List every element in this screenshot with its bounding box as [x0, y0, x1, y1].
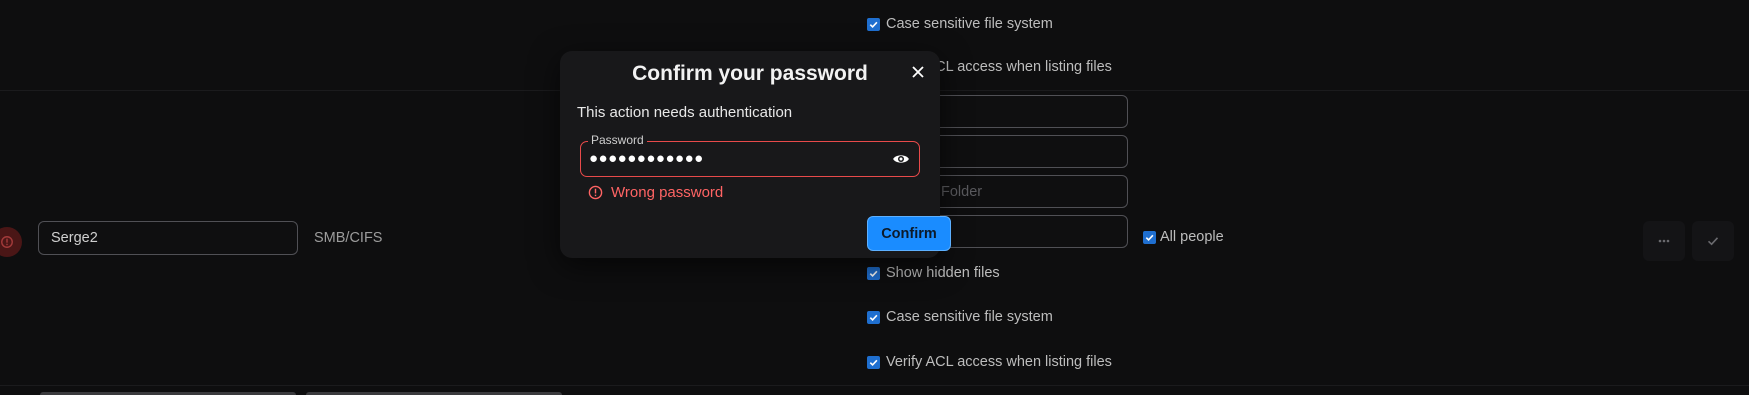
checkbox-label: Case sensitive file system — [886, 16, 1053, 32]
more-options-button[interactable] — [1643, 221, 1685, 261]
checkbox-case-sensitive-top[interactable]: Case sensitive file system — [867, 16, 1053, 32]
checkbox-case-sensitive[interactable]: Case sensitive file system — [867, 309, 1053, 325]
row-divider — [0, 385, 1749, 386]
close-button[interactable] — [906, 60, 930, 84]
protocol-label: SMB/CIFS — [314, 230, 383, 246]
toggle-visibility-button[interactable] — [891, 149, 911, 169]
share-name-input[interactable]: Serge2 — [38, 221, 298, 255]
more-horizontal-icon — [1658, 239, 1670, 243]
dialog-message: This action needs authentication — [577, 104, 793, 121]
dialog-title: Confirm your password — [632, 62, 868, 85]
path-placeholder: Folder — [941, 183, 983, 200]
checkbox-checked-icon — [867, 266, 880, 280]
eye-icon — [893, 155, 909, 163]
password-input[interactable]: ●●●●●●●●●●●● — [589, 151, 704, 167]
close-icon — [912, 66, 924, 78]
checkbox-checked-icon — [867, 17, 880, 31]
error-text: Wrong password — [611, 184, 724, 201]
share-name-value: Serge2 — [51, 230, 98, 246]
checkbox-checked-icon — [867, 310, 880, 324]
checkbox-checked-icon — [1143, 230, 1156, 244]
checkbox-verify-acl[interactable]: Verify ACL access when listing files — [867, 354, 1112, 370]
confirm-button[interactable]: Confirm — [867, 216, 951, 251]
password-error: Wrong password — [588, 184, 723, 201]
confirm-password-dialog: Confirm your password This action needs … — [560, 51, 951, 258]
checkbox-label: Show hidden files — [886, 265, 1000, 281]
permissions-checkbox[interactable]: All people — [1143, 229, 1224, 245]
checkbox-label: Case sensitive file system — [886, 309, 1053, 325]
password-field[interactable]: Password ●●●●●●●●●●●● — [580, 133, 920, 177]
permissions-label: All people — [1160, 229, 1224, 245]
error-circle-icon — [588, 185, 603, 200]
checkbox-label: Verify ACL access when listing files — [886, 354, 1112, 370]
password-label: Password — [588, 133, 647, 147]
check-icon — [1707, 237, 1719, 246]
checkbox-checked-icon — [867, 355, 880, 369]
save-row-button[interactable] — [1692, 221, 1734, 261]
checkbox-show-hidden[interactable]: Show hidden files — [867, 265, 1000, 281]
